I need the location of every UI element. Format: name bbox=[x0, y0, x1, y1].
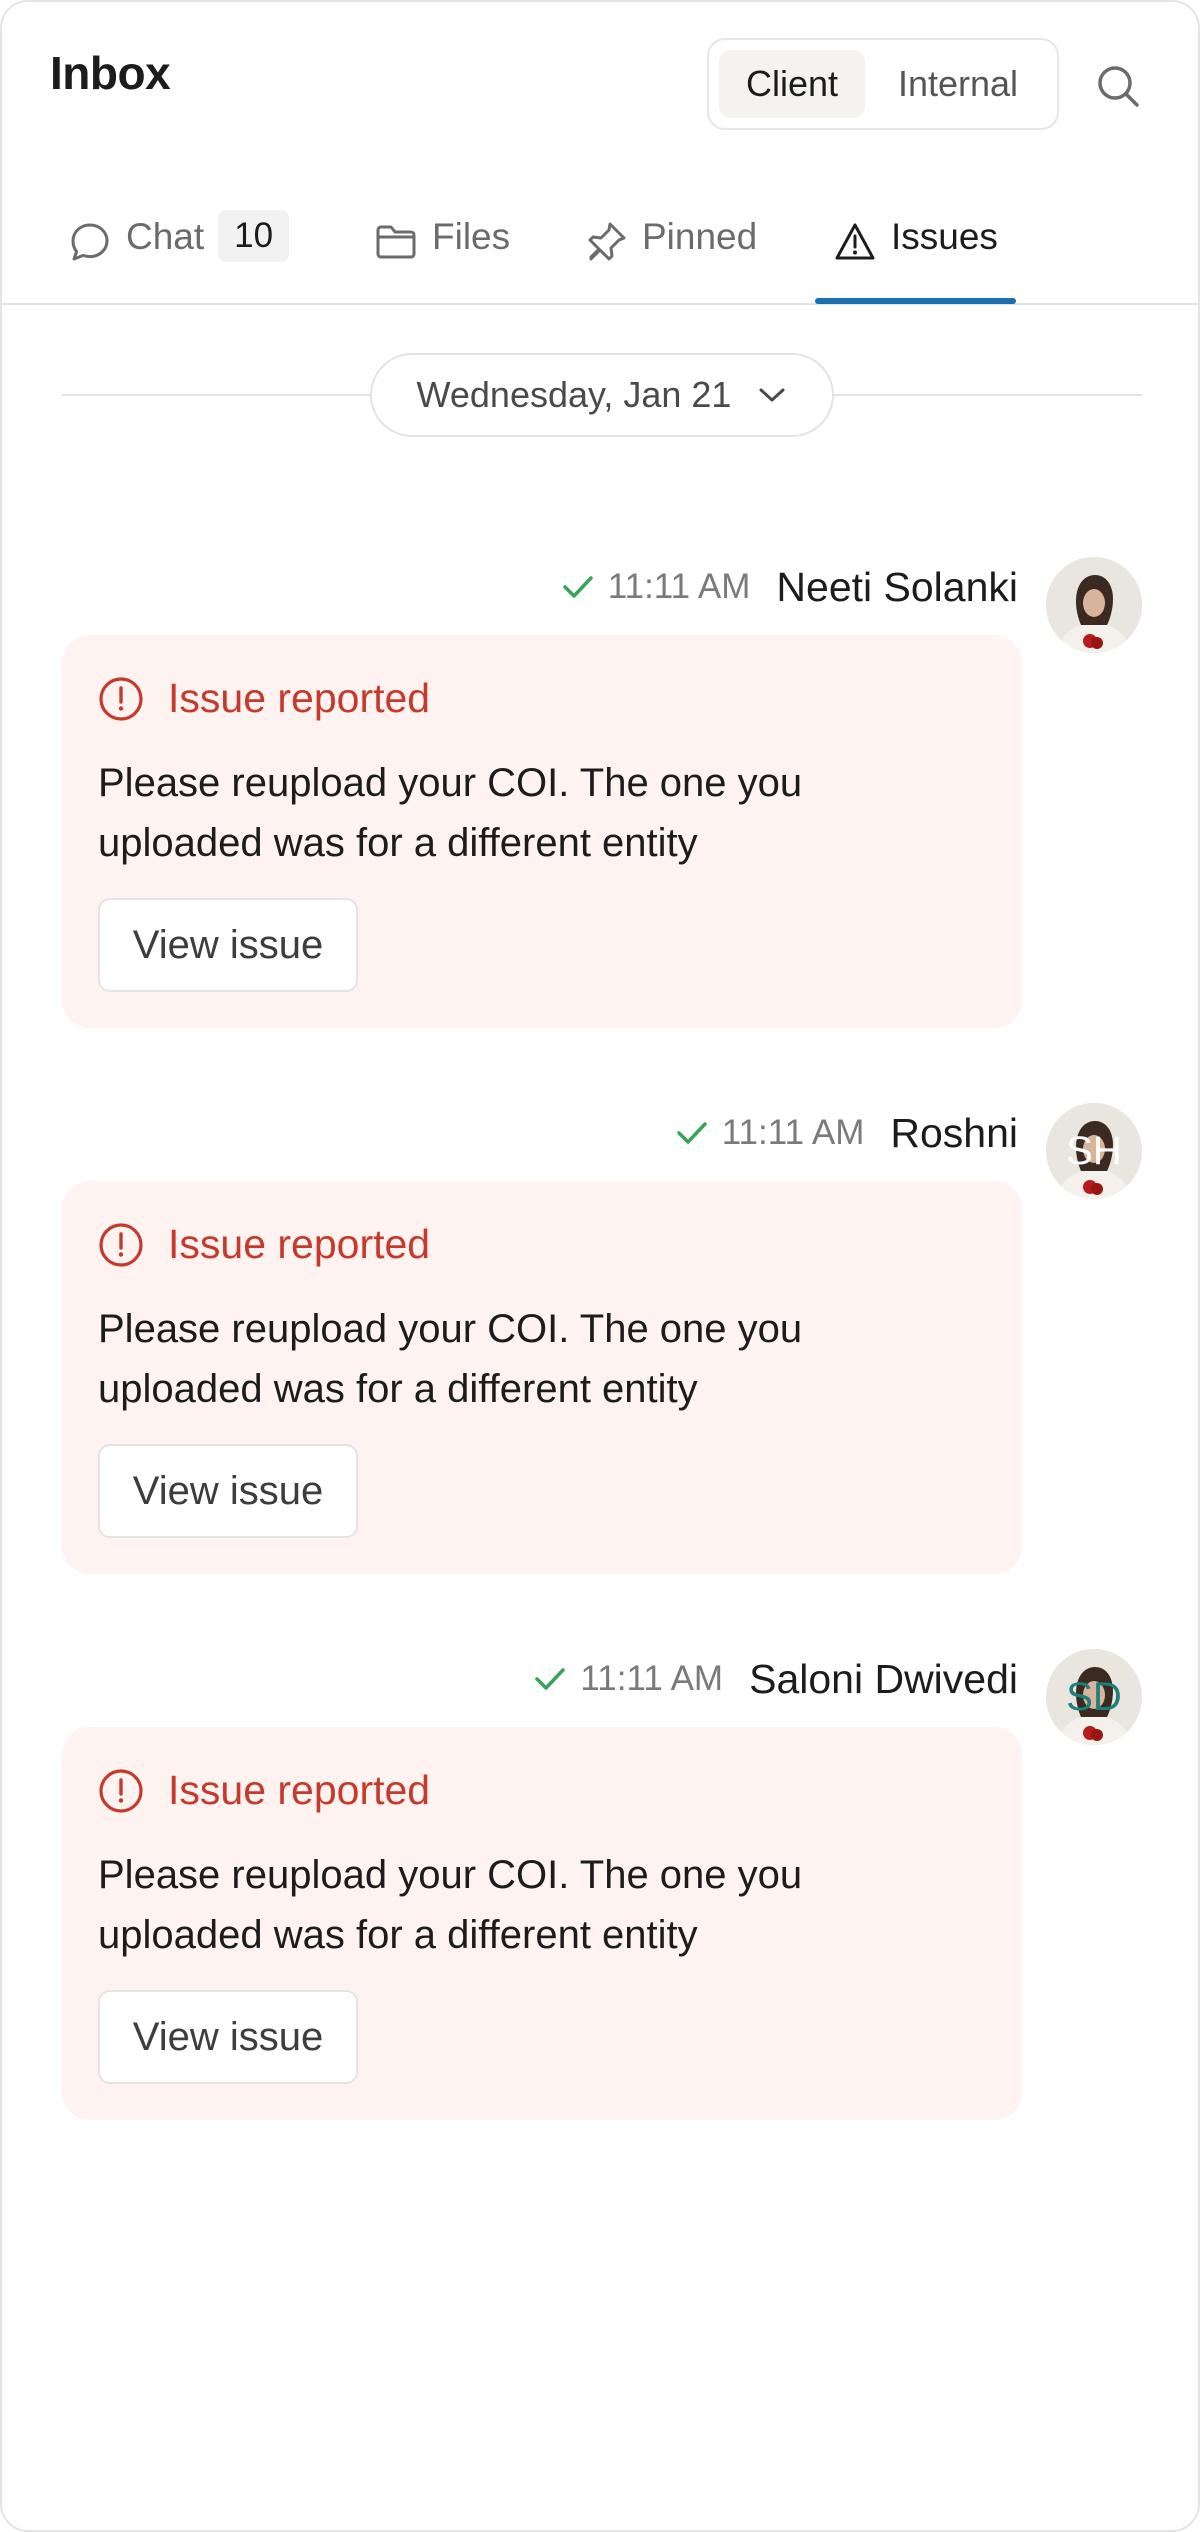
active-tab-indicator bbox=[815, 298, 1016, 304]
message-time: 11:11 AM bbox=[580, 1659, 724, 1698]
search-icon[interactable] bbox=[1094, 62, 1142, 110]
tab-files[interactable]: Files bbox=[374, 202, 510, 305]
warning-icon bbox=[835, 223, 875, 260]
tab-issues[interactable]: Issues bbox=[833, 202, 998, 305]
inbox-panel: Inbox Client Internal Chat 10 Files Pinn… bbox=[0, 0, 1200, 2532]
avatar-initials bbox=[1046, 557, 1142, 653]
check-icon bbox=[676, 1122, 707, 1144]
segment-internal[interactable]: Internal bbox=[873, 50, 1043, 118]
page-title: Inbox bbox=[50, 47, 171, 99]
chat-bubble-icon bbox=[71, 223, 109, 261]
folder-icon bbox=[376, 225, 416, 259]
chevron-down-icon bbox=[759, 388, 785, 402]
sender-name: Saloni Dwivedi bbox=[749, 1655, 1018, 1702]
header: Inbox Client Internal bbox=[2, 2, 1198, 152]
message-header: 11:11 AM Neeti Solanki bbox=[562, 557, 1018, 617]
tab-files-label: Files bbox=[432, 216, 511, 257]
issue-message: Please reupload your COI. The one you up… bbox=[98, 1307, 803, 1411]
issue-title: Issue reported bbox=[168, 1767, 431, 1813]
avatar[interactable]: SD bbox=[1046, 1649, 1142, 1745]
date-divider-pill[interactable]: Wednesday, Jan 21 bbox=[370, 353, 834, 437]
message-time: 11:11 AM bbox=[721, 1113, 865, 1152]
tab-chat[interactable]: Chat 10 bbox=[68, 202, 290, 305]
issue-card: Issue reported Please reupload your COI.… bbox=[62, 1181, 1022, 1574]
view-issue-button[interactable]: View issue bbox=[98, 898, 358, 992]
avatar[interactable] bbox=[1046, 557, 1142, 653]
message-header: 11:11 AM Saloni Dwivedi bbox=[534, 1649, 1018, 1709]
tab-bar: Chat 10 Files Pinned Issues bbox=[2, 202, 1198, 305]
alert-circle-icon bbox=[99, 1768, 143, 1813]
segment-client[interactable]: Client bbox=[719, 50, 865, 118]
divider-left bbox=[62, 394, 372, 396]
issue-message: Please reupload your COI. The one you up… bbox=[98, 1853, 803, 1957]
message-header: 11:11 AM Roshni bbox=[676, 1103, 1018, 1163]
check-icon bbox=[562, 576, 593, 598]
tab-pinned[interactable]: Pinned bbox=[584, 202, 757, 305]
issue-title: Issue reported bbox=[168, 1221, 431, 1267]
issue-card: Issue reported Please reupload your COI.… bbox=[62, 1727, 1022, 2120]
check-icon bbox=[535, 1668, 566, 1690]
issue-card: Issue reported Please reupload your COI.… bbox=[62, 635, 1022, 1028]
issue-title: Issue reported bbox=[168, 675, 431, 721]
tab-issues-label: Issues bbox=[891, 216, 998, 257]
alert-circle-icon bbox=[99, 676, 143, 721]
avatar[interactable]: SH bbox=[1046, 1103, 1142, 1199]
avatar-initials: SD bbox=[1066, 1674, 1122, 1719]
divider-right bbox=[832, 394, 1142, 396]
tab-chat-label: Chat bbox=[126, 216, 205, 257]
client-internal-toggle: Client Internal bbox=[707, 38, 1059, 130]
tab-pinned-label: Pinned bbox=[642, 216, 758, 257]
view-issue-button[interactable]: View issue bbox=[98, 1990, 358, 2084]
avatar-initials: SH bbox=[1066, 1128, 1122, 1173]
message-time: 11:11 AM bbox=[607, 567, 751, 606]
view-issue-button[interactable]: View issue bbox=[98, 1444, 358, 1538]
issue-message: Please reupload your COI. The one you up… bbox=[98, 761, 803, 865]
alert-circle-icon bbox=[99, 1222, 143, 1267]
date-label: Wednesday, Jan 21 bbox=[416, 374, 732, 415]
sender-name: Neeti Solanki bbox=[776, 563, 1018, 610]
chat-count-badge: 10 bbox=[218, 210, 290, 262]
pin-icon bbox=[588, 222, 626, 261]
sender-name: Roshni bbox=[890, 1109, 1018, 1156]
